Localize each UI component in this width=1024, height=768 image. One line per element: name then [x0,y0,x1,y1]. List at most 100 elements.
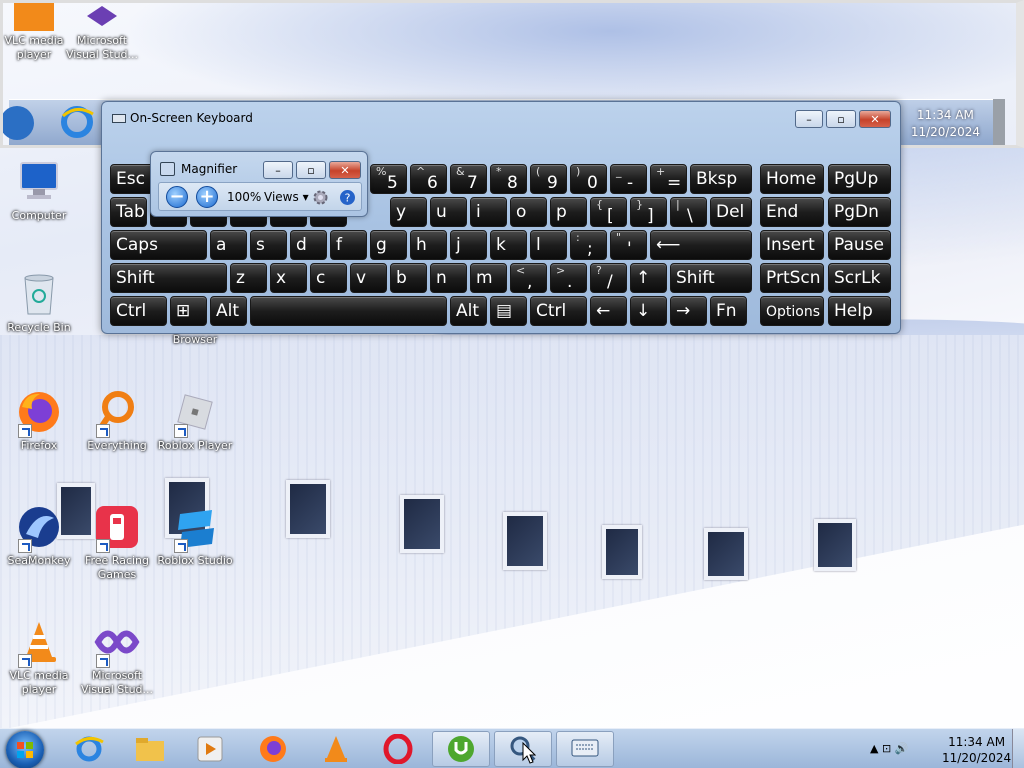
key-0[interactable]: ) 0 [570,164,607,194]
key-a[interactable]: a [210,230,247,260]
key-p[interactable]: p [550,197,587,227]
key-pause[interactable]: Pause [828,230,891,260]
key-blank4-3[interactable] [250,296,447,326]
key-j[interactable]: j [450,230,487,260]
desktop-icon-recycle-bin[interactable]: Recycle Bin [0,270,78,335]
desktop-icon-computer[interactable]: Computer [0,158,78,223]
key-help[interactable]: Help [828,296,891,326]
desktop-icon-free-racing-games[interactable]: Free Racing Games [78,503,156,582]
key-sym4-9[interactable]: → [670,296,707,326]
key-h[interactable]: h [410,230,447,260]
key-m[interactable]: m [470,263,507,293]
key-6[interactable]: ^ 6 [410,164,447,194]
clock[interactable]: 11:34 AM 11/20/2024 [942,734,1011,766]
key-9[interactable]: (9 [530,164,567,194]
key-shift[interactable]: Shift [110,263,227,293]
key-alt[interactable]: Alt [450,296,487,326]
key-sym2-10[interactable]: :; [570,230,607,260]
magnifier-window[interactable]: Magnifier – ▫ ✕ − + 100% Views ▾ ? [150,151,368,217]
key-del[interactable]: Del [710,197,752,227]
taskbar-utorrent[interactable] [432,731,490,767]
desktop-icon-seamonkey[interactable]: SeaMonkey [0,503,78,568]
zoom-in-button[interactable]: + [196,186,218,208]
key-o[interactable]: o [510,197,547,227]
key-sym4-5[interactable]: ▤ [490,296,527,326]
desktop-icon-roblox-studio[interactable]: Roblox Studio [156,503,234,568]
key-f[interactable]: f [330,230,367,260]
key-pgdn[interactable]: PgDn [828,197,891,227]
key-caps[interactable]: Caps [110,230,207,260]
key-sym1-11[interactable]: {[ [590,197,627,227]
start-button[interactable] [6,731,44,768]
magnifier-minimize-button[interactable]: – [263,161,293,179]
taskbar-firefox[interactable] [244,731,302,767]
key-insert[interactable]: Insert [760,230,824,260]
taskbar-ie[interactable] [60,731,118,767]
taskbar-vlc[interactable] [307,731,365,767]
key-sym4-8[interactable]: ↓ [630,296,667,326]
maximize-button[interactable]: ▫ [826,110,856,128]
key-sym1-13[interactable]: | \ [670,197,707,227]
key-b[interactable]: b [390,263,427,293]
magnifier-maximize-button[interactable]: ▫ [296,161,326,179]
desktop-icon-vlc[interactable]: VLC media player [0,618,78,697]
zoom-out-button[interactable]: − [166,186,188,208]
minimize-button[interactable]: – [795,110,823,128]
key-v[interactable]: v [350,263,387,293]
key-n[interactable]: n [430,263,467,293]
key-bksp[interactable]: Bksp [690,164,752,194]
key-end[interactable]: End [760,197,824,227]
key-x[interactable]: x [270,263,307,293]
taskbar-osk[interactable] [556,731,614,767]
desktop-icon-roblox-player[interactable]: Roblox Player [156,388,234,453]
gear-icon[interactable] [312,189,329,206]
taskbar-opera[interactable] [369,731,427,767]
key-sym3-10[interactable]: ? / [590,263,627,293]
key-k[interactable]: k [490,230,527,260]
key-prtscn[interactable]: PrtScn [760,263,824,293]
key-s[interactable]: s [250,230,287,260]
key-tab[interactable]: Tab [110,197,147,227]
key-pgup[interactable]: PgUp [828,164,891,194]
key-7[interactable]: & 7 [450,164,487,194]
key-sym0-13[interactable]: + = [650,164,687,194]
key-i[interactable]: i [470,197,507,227]
key-scrlk[interactable]: ScrLk [828,263,891,293]
key-sym2-12[interactable]: ⟵ [650,230,752,260]
key-ctrl[interactable]: Ctrl [110,296,167,326]
key-sym0-12[interactable]: _ - [610,164,647,194]
osk-window[interactable]: On-Screen Keyboard – ▫ ✕ Esc% 5 ^ 6 & 7 * 8(9) 0… [101,101,901,334]
key-y[interactable]: y [390,197,427,227]
magnifier-close-button[interactable]: ✕ [329,161,361,179]
desktop-icon-visual-studio[interactable]: Microsoft Visual Stud... [78,618,156,697]
key-shift[interactable]: Shift [670,263,752,293]
show-desktop-button[interactable] [1012,729,1024,768]
key-ctrl[interactable]: Ctrl [530,296,587,326]
key-sym4-1[interactable]: ⊞ [170,296,207,326]
key-u[interactable]: u [430,197,467,227]
views-dropdown[interactable]: Views ▾ [264,190,309,204]
desktop-icon-firefox[interactable]: Firefox [0,388,78,453]
key-sym3-9[interactable]: >. [550,263,587,293]
key-d[interactable]: d [290,230,327,260]
key-g[interactable]: g [370,230,407,260]
close-button[interactable]: ✕ [859,110,891,128]
key-options[interactable]: Options [760,296,824,326]
key-sym2-11[interactable]: " ' [610,230,647,260]
desktop-icon-everything[interactable]: Everything [78,388,156,453]
help-icon[interactable]: ? [339,189,356,206]
taskbar-explorer[interactable] [121,731,179,767]
key-l[interactable]: l [530,230,567,260]
key-alt[interactable]: Alt [210,296,247,326]
key-sym3-8[interactable]: <, [510,263,547,293]
key-c[interactable]: c [310,263,347,293]
key-sym1-12[interactable]: }] [630,197,667,227]
key-5[interactable]: % 5 [370,164,407,194]
key-sym4-7[interactable]: ← [590,296,627,326]
taskbar-media[interactable] [181,731,239,767]
key-fn[interactable]: Fn [710,296,747,326]
key-z[interactable]: z [230,263,267,293]
key-8[interactable]: * 8 [490,164,527,194]
key-home[interactable]: Home [760,164,824,194]
system-tray[interactable]: ▲ ⊡ 🔊 [870,742,908,755]
